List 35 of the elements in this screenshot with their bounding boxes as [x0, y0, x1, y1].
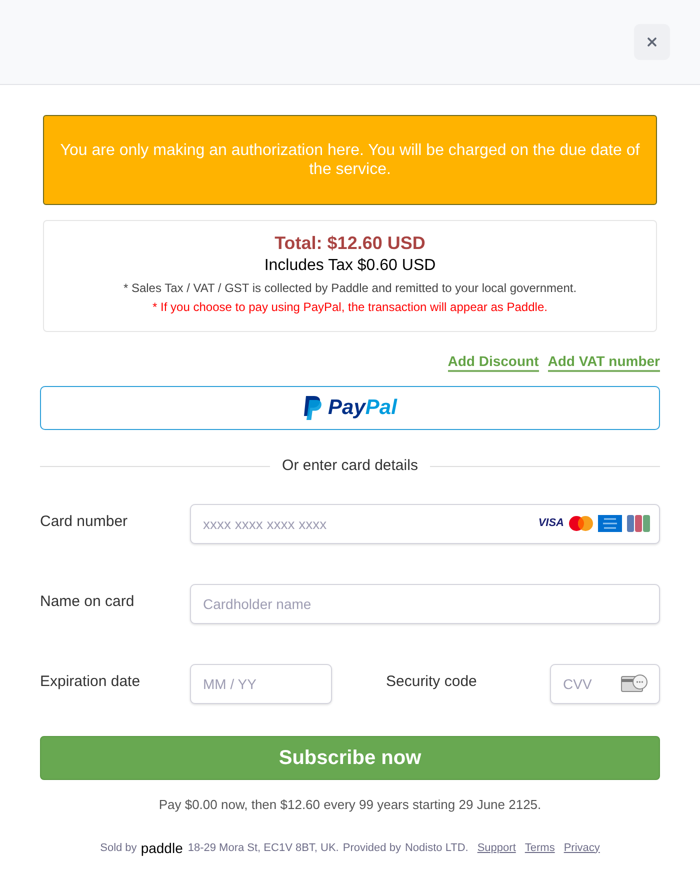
sold-by-text: Sold by: [100, 840, 137, 854]
tax-amount: Includes Tax $0.60 USD: [264, 256, 436, 276]
close-icon: [645, 35, 659, 49]
paypal-note: * If you choose to pay using PayPal, the transaction will appear as Paddle.: [152, 299, 548, 315]
card-brand-icon: [627, 514, 650, 532]
expiration-date-field[interactable]: MM / YY: [190, 664, 332, 704]
payment-terms: Pay $0.00 now, then $12.60 every 99 years starting 29 June 2125.: [158, 796, 542, 812]
seller-address: 18-29 Mora St, EC1V 8BT, UK.: [188, 840, 339, 854]
cvv-field[interactable]: CVV: [550, 664, 660, 704]
close-button[interactable]: [634, 24, 670, 60]
tax-note: * Sales Tax / VAT / GST is collected by Paddle and remitted to your local government.: [123, 280, 577, 296]
text-link[interactable]: Add Discount: [448, 352, 539, 372]
text-link[interactable]: Add VAT number: [548, 352, 660, 372]
paypal-logo-text: PayPal: [328, 396, 397, 420]
card-security-code-icon: [621, 674, 648, 692]
field-label: Card number: [40, 512, 129, 532]
footer-link[interactable]: Support: [477, 840, 516, 854]
cardholder-name-field[interactable]: Cardholder name: [190, 584, 660, 624]
p-logo-icon: [303, 396, 324, 420]
provided-by-text: Provided by: [342, 840, 401, 854]
field-label: Name on card: [40, 592, 136, 612]
subscribe-button[interactable]: Subscribe now: [40, 736, 660, 780]
footer-link[interactable]: Privacy: [564, 840, 600, 854]
card-brand-icon: [598, 514, 622, 532]
paddle-logo: paddle: [140, 840, 183, 854]
authorization-notice: You are only making an authorization here. You will be charged on the due date of the service.: [43, 115, 657, 205]
paypal-button[interactable]: PayPal: [40, 386, 660, 430]
visa-logo: VISA: [538, 517, 564, 529]
field-label: Expiration date: [40, 672, 142, 692]
divider-label: Or enter card details: [282, 456, 418, 476]
total-amount: Total: $12.60 USD: [274, 232, 426, 254]
field-label: Security code: [386, 672, 478, 692]
footer-link[interactable]: Terms: [524, 840, 555, 854]
company-name: Nodisto LTD.: [404, 840, 468, 854]
card-brand-icon: [569, 516, 593, 530]
